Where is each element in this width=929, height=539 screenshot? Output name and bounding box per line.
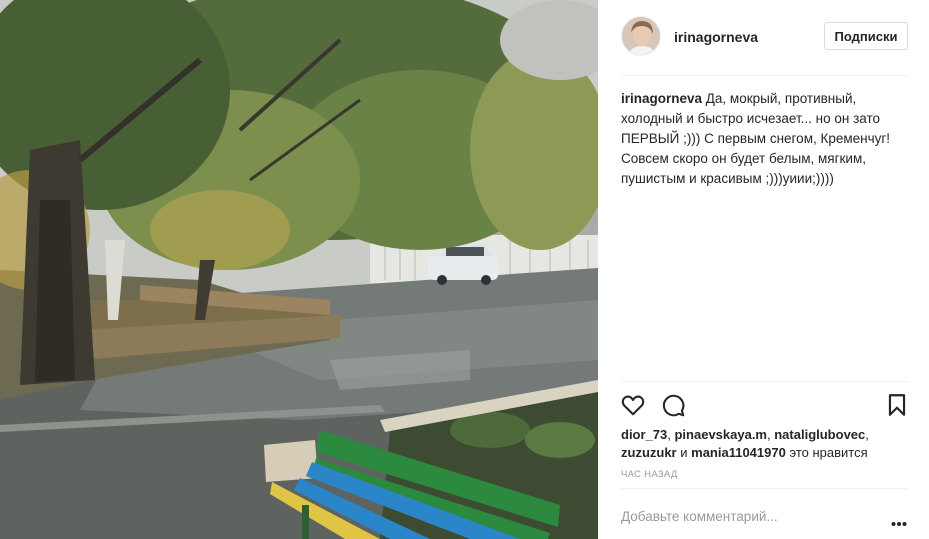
instagram-post: irinagorneva Подписки irinagorneva Да, м…: [0, 0, 929, 539]
post-photo[interactable]: [0, 0, 598, 539]
post-caption: irinagorneva Да, мокрый, противный, холо…: [621, 89, 891, 189]
header-username[interactable]: irinagorneva: [674, 29, 758, 45]
comment-icon[interactable]: [660, 392, 686, 418]
like-user[interactable]: pinaevskaya.m: [674, 427, 767, 442]
caption-username[interactable]: irinagorneva: [621, 91, 702, 106]
comment-divider: [621, 488, 908, 489]
avatar-photo: [622, 17, 660, 55]
likes-joiner: и: [680, 445, 688, 460]
following-button[interactable]: Подписки: [824, 22, 908, 50]
likes-summary: dior_73, pinaevskaya.m, nataliglubovec, z…: [621, 427, 869, 460]
like-user[interactable]: nataliglubovec: [774, 427, 865, 442]
actions-divider: [621, 381, 908, 382]
comment-input[interactable]: Добавьте комментарий...: [621, 509, 778, 524]
post-timestamp[interactable]: час назад: [621, 469, 678, 480]
avatar[interactable]: [621, 16, 661, 56]
bookmark-icon[interactable]: [884, 392, 910, 418]
post-sidebar: irinagorneva Подписки irinagorneva Да, м…: [598, 0, 929, 539]
autumn-courtyard-photo: [0, 0, 598, 539]
heart-icon[interactable]: [620, 392, 646, 418]
like-user[interactable]: zuzuzukr: [621, 445, 677, 460]
like-user[interactable]: dior_73: [621, 427, 667, 442]
post-actions: [620, 392, 910, 418]
post-header: irinagorneva Подписки: [598, 0, 929, 75]
like-user[interactable]: mania11041970: [691, 445, 786, 460]
header-divider: [621, 75, 908, 76]
likes-suffix: это нравится: [789, 445, 868, 460]
more-options-icon[interactable]: [891, 514, 907, 526]
